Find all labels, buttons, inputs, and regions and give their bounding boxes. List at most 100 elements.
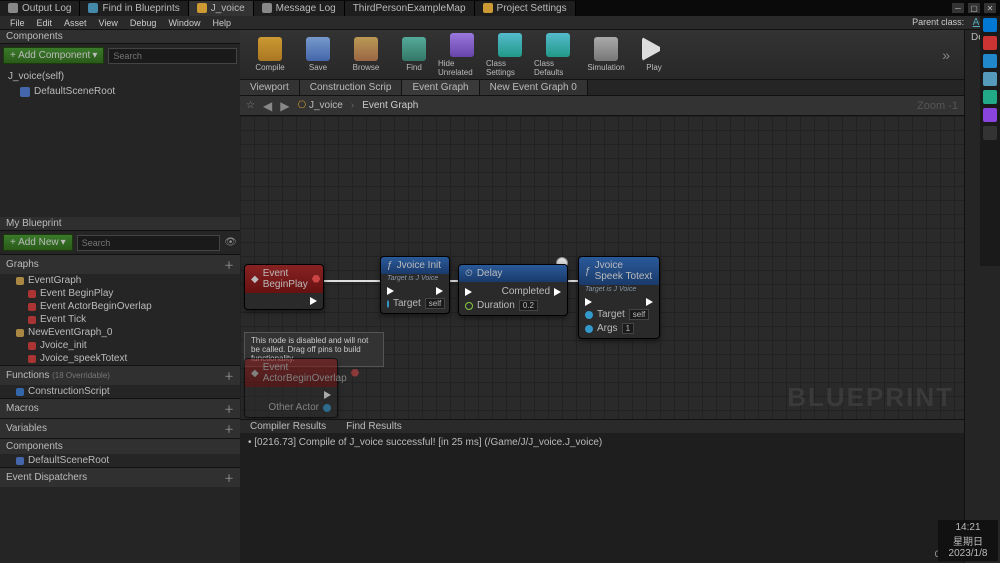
var-default-scene-root[interactable]: DefaultSceneRoot xyxy=(10,454,240,467)
component-root[interactable]: J_voice(self) xyxy=(0,69,240,84)
toolbar-hide-unrelated[interactable]: Hide Unrelated xyxy=(438,32,486,78)
exec-in-pin[interactable] xyxy=(585,298,592,306)
add-component-button[interactable]: + Add Component▾ xyxy=(3,47,104,64)
target-pin[interactable] xyxy=(387,300,389,308)
tab-message-log[interactable]: Message Log xyxy=(254,1,345,16)
menu-edit[interactable]: Edit xyxy=(31,18,59,28)
tab-settings[interactable]: Project Settings xyxy=(475,1,576,16)
toolbar-find[interactable]: Find xyxy=(390,32,438,78)
node-delay[interactable]: ⏲Delay Completed Duration0.2 xyxy=(458,264,568,316)
compile-message: • [0216.73] Compile of J_voice successfu… xyxy=(248,437,956,448)
event-icon xyxy=(28,290,36,298)
system-clock[interactable]: 14:21 星期日 2023/1/8 xyxy=(938,520,998,561)
defaults-icon xyxy=(546,33,570,57)
toolbar-compile[interactable]: Compile xyxy=(246,32,294,78)
graph-eventgraph[interactable]: EventGraph xyxy=(10,274,240,287)
toolbar-class-settings[interactable]: Class Settings xyxy=(486,32,534,78)
tab-new-event-graph[interactable]: New Event Graph 0 xyxy=(480,80,588,95)
vscode-icon[interactable] xyxy=(983,54,997,68)
add-variable-icon[interactable]: ＋ xyxy=(224,421,234,436)
edge-icon[interactable] xyxy=(983,90,997,104)
node-actor-begin-overlap[interactable]: ◆Event ActorBeginOverlap⬣ Other Actor xyxy=(244,358,338,418)
event-tick[interactable]: Event Tick xyxy=(10,313,240,326)
tab-event-graph[interactable]: Event Graph xyxy=(402,80,479,95)
node-jvoice-init[interactable]: ƒJvoice Init Target is J Voice Targetsel… xyxy=(380,256,450,314)
sim-icon xyxy=(594,37,618,61)
tab-find-in-bp[interactable]: Find in Blueprints xyxy=(80,1,188,16)
exec-out-pin[interactable] xyxy=(436,287,443,295)
unreal-icon[interactable] xyxy=(983,126,997,140)
target-pin[interactable] xyxy=(585,311,593,319)
exec-out-pin[interactable] xyxy=(554,288,561,296)
menu-file[interactable]: File xyxy=(4,18,31,28)
tab-construction[interactable]: Construction Scrip xyxy=(300,80,403,95)
favorite-icon[interactable]: ☆ xyxy=(246,100,255,111)
bottom-tabs: Compiler Results Find Results xyxy=(240,419,964,433)
app-icon[interactable] xyxy=(983,72,997,86)
exec-out-pin[interactable] xyxy=(310,297,317,305)
section-functions[interactable]: Functions (18 Overridable)＋ xyxy=(0,365,240,385)
menu-window[interactable]: Window xyxy=(162,18,206,28)
tab-find-results[interactable]: Find Results xyxy=(336,419,412,434)
section-graphs[interactable]: Graphs＋ xyxy=(0,254,240,274)
node-jvoice-speek[interactable]: ƒJvoice Speek Totext Target is J Voice T… xyxy=(578,256,660,339)
vs-icon[interactable] xyxy=(983,108,997,122)
menu-debug[interactable]: Debug xyxy=(124,18,163,28)
toolbar-browse[interactable]: Browse xyxy=(342,32,390,78)
section-variables[interactable]: Variables＋ xyxy=(0,418,240,438)
graph-canvas[interactable]: ◆Event BeginPlay⬣ ƒJvoice Init Target is… xyxy=(240,116,964,419)
minimize-button[interactable]: ─ xyxy=(952,3,964,13)
event-beginplay[interactable]: Event BeginPlay xyxy=(10,287,240,300)
close-button[interactable]: ✕ xyxy=(984,3,996,13)
component-default-scene-root[interactable]: DefaultSceneRoot xyxy=(0,84,240,99)
event-icon xyxy=(28,303,36,311)
event-jvoice-speek[interactable]: Jvoice_speekTotext xyxy=(10,352,240,365)
add-dispatcher-icon[interactable]: ＋ xyxy=(224,470,234,485)
nav-back[interactable]: ◀ xyxy=(263,99,272,113)
add-function-icon[interactable]: ＋ xyxy=(224,368,234,383)
toolbar-overflow[interactable]: » xyxy=(934,47,958,63)
tab-viewport[interactable]: Viewport xyxy=(240,80,300,95)
section-components[interactable]: Components xyxy=(0,438,240,454)
eye-icon[interactable]: 👁 xyxy=(224,237,237,248)
tab-jvoice[interactable]: J_voice xyxy=(189,1,254,16)
section-dispatchers[interactable]: Event Dispatchers＋ xyxy=(0,467,240,487)
graph-neweventgraph[interactable]: NewEventGraph_0 xyxy=(10,326,240,339)
event-actoroverlap[interactable]: Event ActorBeginOverlap xyxy=(10,300,240,313)
exec-out-pin[interactable] xyxy=(646,298,653,306)
args-pin[interactable] xyxy=(585,325,593,333)
section-macros[interactable]: Macros＋ xyxy=(0,398,240,418)
toolbar-play[interactable]: Play xyxy=(630,32,678,78)
right-column: Compile Save Browse Find Hide Unrelated … xyxy=(240,30,964,563)
tab-compiler-results[interactable]: Compiler Results xyxy=(240,419,336,434)
event-jvoice-init[interactable]: Jvoice_init xyxy=(10,339,240,352)
menu-help[interactable]: Help xyxy=(206,18,237,28)
menu-view[interactable]: View xyxy=(93,18,124,28)
tab-output-log[interactable]: Output Log xyxy=(0,1,80,16)
exec-in-pin[interactable] xyxy=(465,288,472,296)
nav-forward[interactable]: ▶ xyxy=(280,99,289,113)
add-new-button[interactable]: + Add New▾ xyxy=(3,234,73,251)
myblueprint-search[interactable] xyxy=(77,235,221,251)
toolbar-class-defaults[interactable]: Class Defaults xyxy=(534,32,582,78)
gear-icon xyxy=(483,3,493,13)
add-macro-icon[interactable]: ＋ xyxy=(224,401,234,416)
tab-map[interactable]: ThirdPersonExampleMap xyxy=(345,1,475,16)
menu-asset[interactable]: Asset xyxy=(58,18,93,28)
maximize-button[interactable]: ▢ xyxy=(968,3,980,13)
components-search[interactable] xyxy=(108,48,237,64)
exec-in-pin[interactable] xyxy=(387,287,394,295)
exec-out-pin[interactable] xyxy=(324,391,331,399)
toolbar-simulation[interactable]: Simulation xyxy=(582,32,630,78)
node-event-beginplay[interactable]: ◆Event BeginPlay⬣ xyxy=(244,264,324,310)
windows-icon[interactable] xyxy=(983,18,997,32)
app-icon[interactable] xyxy=(983,36,997,50)
duration-pin[interactable] xyxy=(465,302,473,310)
toolbar-save[interactable]: Save xyxy=(294,32,342,78)
add-graph-icon[interactable]: ＋ xyxy=(224,257,234,272)
breadcrumb-blueprint[interactable]: ⎔ J_voice xyxy=(297,100,342,111)
blueprint-watermark: BLUEPRINT xyxy=(787,382,954,413)
function-construction[interactable]: ConstructionScript xyxy=(10,385,240,398)
other-actor-pin[interactable] xyxy=(323,404,331,412)
breadcrumb-graph[interactable]: Event Graph xyxy=(362,100,418,111)
